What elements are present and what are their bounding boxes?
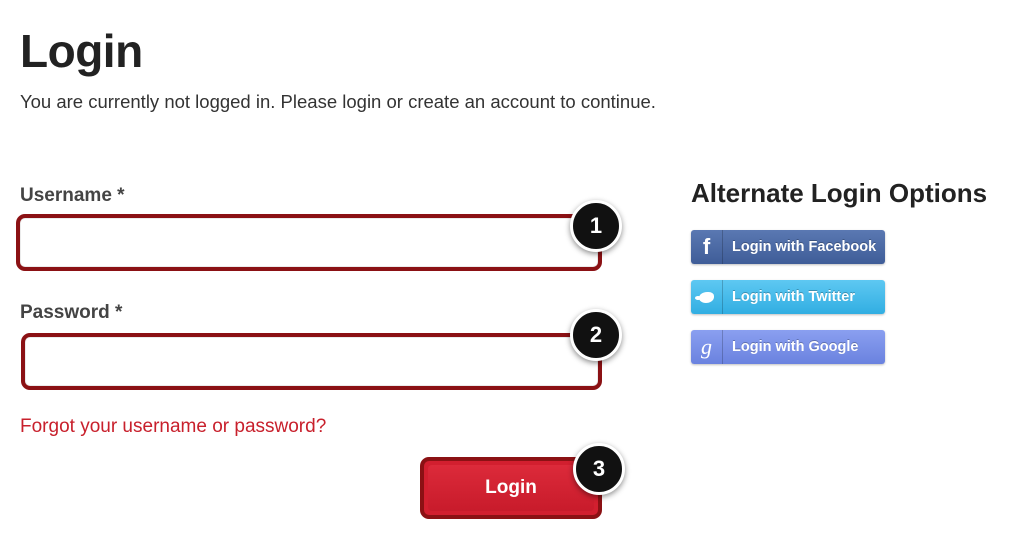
username-label: Username * — [20, 185, 125, 206]
password-label: Password * — [20, 302, 123, 323]
username-field-highlight — [16, 214, 602, 271]
page-subtitle: You are currently not logged in. Please … — [20, 91, 656, 112]
login-twitter-label: Login with Twitter — [732, 289, 855, 305]
password-field-highlight — [21, 333, 602, 390]
google-icon: g — [691, 330, 723, 364]
alternate-login-title: Alternate Login Options — [691, 178, 988, 208]
login-facebook-label: Login with Facebook — [732, 239, 877, 255]
step-badge-3: 3 — [573, 443, 625, 495]
login-button[interactable]: Login — [428, 465, 594, 511]
username-input[interactable] — [20, 218, 598, 267]
login-twitter-button[interactable]: Login with Twitter — [691, 280, 885, 314]
login-google-label: Login with Google — [732, 339, 859, 355]
facebook-icon: f — [691, 230, 723, 264]
login-page: Login You are currently not logged in. P… — [0, 0, 1024, 547]
password-input[interactable] — [25, 337, 598, 386]
page-title: Login — [20, 25, 143, 77]
twitter-icon — [691, 280, 723, 314]
login-facebook-button[interactable]: f Login with Facebook — [691, 230, 885, 264]
step-badge-1: 1 — [570, 200, 622, 252]
forgot-credentials-link[interactable]: Forgot your username or password? — [20, 415, 326, 439]
login-google-button[interactable]: g Login with Google — [691, 330, 885, 364]
step-badge-2: 2 — [570, 309, 622, 361]
